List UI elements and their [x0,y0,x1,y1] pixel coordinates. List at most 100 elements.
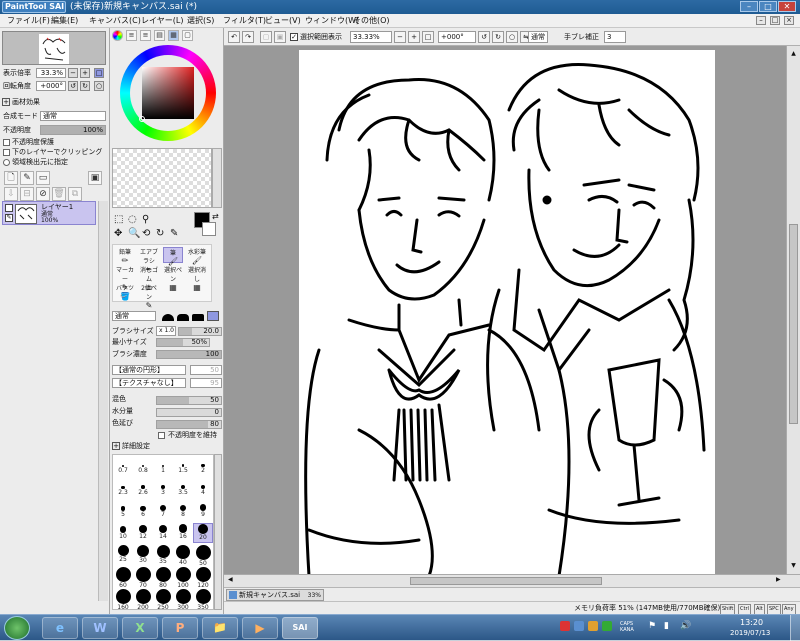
deselect-icon[interactable]: ▢ [260,31,272,43]
rect-select-icon[interactable]: ⬚ [114,214,123,225]
rgb-slider-tab-icon[interactable]: ≡ [126,30,137,41]
minimize-button[interactable]: – [740,1,758,12]
rotate-ccw-icon[interactable]: ↺ [478,31,490,43]
tool-eraser[interactable]: 消しゴム ▭ [139,265,159,292]
brush-size-cell[interactable]: 0.8 [133,457,153,477]
tool-select-eraser[interactable]: 選択消し ▦ [187,265,207,292]
clear-layer-icon[interactable]: ⊘ [36,187,50,201]
mixer-tab-icon[interactable]: ▤ [154,30,165,41]
new-layer-icon[interactable]: 🗋 [4,171,18,185]
tool-bucket[interactable]: バケツ 🪣 [115,283,135,301]
apply-icon[interactable]: ▣ [88,171,102,185]
brush-size-cell[interactable]: 7 [153,501,173,521]
brush-size-cell[interactable]: 25 [113,545,133,565]
menu-canvas[interactable]: キャンバス(C) [86,15,144,27]
layer-scrollbar[interactable] [98,201,108,601]
tray-ime-icon[interactable] [574,621,584,631]
brush-mode-select[interactable]: 通常 [112,311,156,321]
tool-airbrush[interactable]: エアブラシ ✒ [139,247,159,274]
tool-brush[interactable]: 筆 🖌 [163,247,183,266]
taskbar-excel[interactable]: X [122,617,158,639]
brush-size-cell[interactable]: 3.5 [173,479,193,499]
rotate-field[interactable]: +000° [36,81,66,91]
density-slider[interactable]: 100 [156,350,222,359]
undo-icon[interactable]: ↶ [228,31,240,43]
brush-size-cell[interactable]: 300 [173,589,193,611]
color-wheel[interactable] [120,45,216,141]
brush-size-cell[interactable]: 9 [193,501,213,521]
brush-size-cell[interactable]: 40 [173,545,193,566]
rotate-reset-icon[interactable]: ○ [506,31,518,43]
brush-size-cell[interactable]: 4 [193,479,213,499]
angle-select[interactable]: +000° [438,31,476,43]
selection-display-checkbox[interactable]: ✓ [290,33,298,41]
new-folder-icon[interactable]: ▭ [36,171,50,185]
taskbar-powerpoint[interactable]: P [162,617,198,639]
tray-network-icon[interactable]: ▮ [664,621,669,631]
source-checkbox[interactable] [3,159,10,166]
scroll-right-icon[interactable]: ▶ [776,576,781,583]
canvas-horizontal-scrollbar[interactable]: ◀ ▶ [224,574,800,587]
brush-size-cell[interactable]: 60 [113,567,133,589]
rotate-cw-icon[interactable]: ↻ [492,31,504,43]
layer-item-1[interactable]: ✎ レイヤー1 通常 100% [2,201,96,225]
brush-size-cell[interactable]: 14 [153,523,173,543]
brush-size-cell[interactable]: 3 [153,479,173,499]
hsv-slider-tab-icon[interactable]: ≡ [140,30,151,41]
lasso-icon[interactable]: ◌ [128,214,137,225]
blend-select[interactable]: 通常 [40,111,106,121]
brush-size-cell[interactable]: 1.5 [173,457,193,477]
color-swatch-area[interactable] [112,148,212,208]
detail-toggle-icon[interactable]: + [112,442,120,450]
zoom-out-button[interactable]: − [68,68,78,78]
taskbar-media[interactable]: ▶ [242,617,278,639]
brush-size-cell[interactable]: 2.6 [133,479,153,499]
brush-shape-select[interactable]: 【通常の円形】 [112,365,186,375]
color-wheel-tab-icon[interactable] [112,30,123,41]
taskbar-ie[interactable]: e [42,617,78,639]
visibility-eye-icon[interactable] [5,204,13,212]
brush-size-cell[interactable]: 8 [173,501,193,521]
hand-icon[interactable]: ⟲ [142,228,150,239]
stretch-slider[interactable]: 80 [156,420,222,429]
doc-close-button[interactable]: × [784,16,794,25]
blend-amount-slider[interactable]: 50 [156,396,222,405]
rotate-reset-button[interactable]: ○ [94,81,104,91]
stabilizer-select[interactable]: 3 [604,31,626,43]
effect-toggle-icon[interactable]: + [2,98,10,106]
swap-colors-icon[interactable]: ⇄ [212,212,219,221]
brush-size-cell[interactable]: 5 [113,501,133,521]
brush-size-multiplier[interactable]: x 1.0 [156,326,176,336]
brush-size-cell[interactable]: 2.3 [113,479,133,499]
canvas-vertical-scrollbar[interactable]: ▲ ▼ [786,46,800,574]
water-slider[interactable]: 0 [156,408,222,417]
delete-layer-icon[interactable]: 🗑 [52,187,66,201]
menu-view[interactable]: ビュー(V) [262,15,304,27]
toolbar-mode-select[interactable]: 通常 [528,31,548,43]
taskbar-explorer[interactable]: 📁 [202,617,238,639]
brush-size-cell[interactable]: 35 [153,545,173,565]
brush-size-cell[interactable]: 12 [133,523,153,543]
brush-size-cell[interactable]: 6 [133,501,153,521]
show-desktop-button[interactable] [790,615,800,641]
brush-size-cell[interactable]: 100 [173,567,193,589]
brush-texture-select[interactable]: 【テクスチャなし】 [112,378,186,388]
start-button[interactable] [4,616,30,640]
brush-shape-strength[interactable]: 50 [190,365,222,375]
vertical-scroll-thumb[interactable] [789,224,798,424]
brush-edge-1-icon[interactable] [162,314,174,321]
brush-size-cell[interactable]: 350 [193,589,213,611]
brush-size-cell[interactable]: 80 [153,567,173,589]
brush-size-cell[interactable]: 0.7 [113,457,133,477]
new-linework-icon[interactable]: ✎ [20,171,34,185]
brush-size-cell[interactable]: 1 [153,457,173,477]
opacity-slider[interactable]: 100% [40,125,106,135]
scratchpad-tab-icon[interactable]: ▢ [182,30,193,41]
saturation-value-square[interactable] [142,67,194,119]
maximize-button[interactable]: □ [759,1,777,12]
horizontal-scroll-thumb[interactable] [410,577,602,585]
tool-binary-pen[interactable]: 2値ペン ✎ [139,283,159,310]
tray-security-icon[interactable] [602,621,612,631]
taskbar-sai[interactable]: SAI [282,617,318,639]
brush-size-cell[interactable]: 2 [193,457,213,477]
